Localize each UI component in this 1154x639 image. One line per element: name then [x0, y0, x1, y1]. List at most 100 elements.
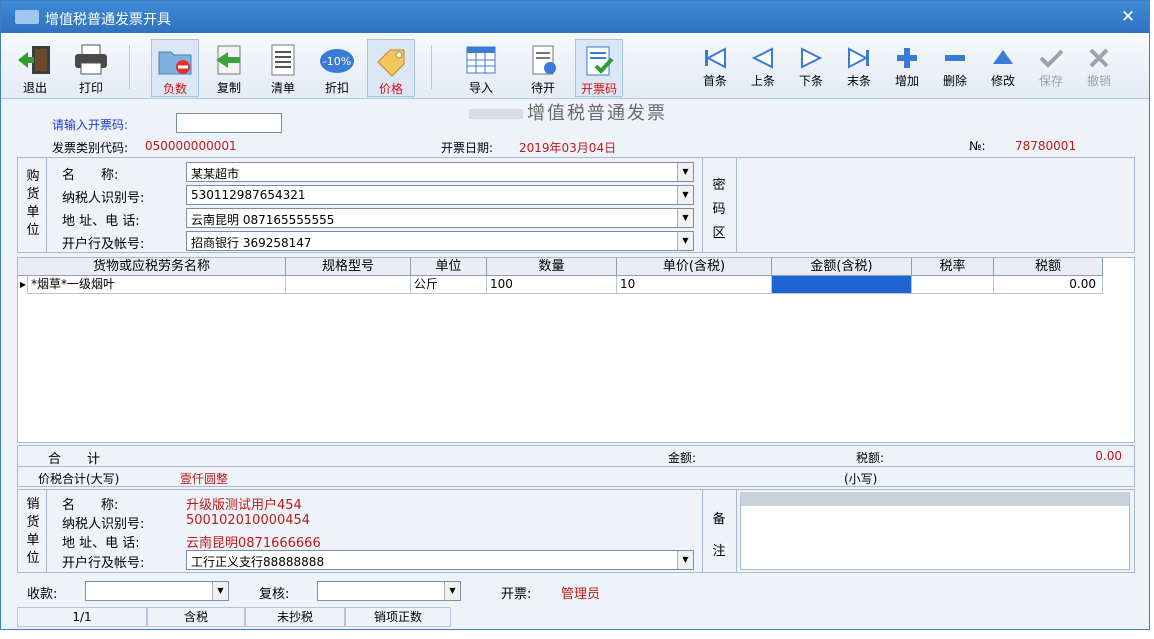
buyer-side-label: 购 货 单 位 [26, 168, 40, 240]
column-header[interactable]: 单价(含税) [617, 258, 772, 276]
cancel-button[interactable]: 撤销 [1077, 47, 1121, 91]
edit-icon [993, 50, 1013, 64]
seller-side-char: 货 [26, 515, 40, 530]
exit-label: 退出 [22, 81, 47, 95]
printer-icon [75, 44, 107, 75]
column-header[interactable]: 数量 [487, 258, 617, 276]
dropdown-arrow-icon[interactable]: ▼ [677, 163, 693, 181]
column-header[interactable]: 规格型号 [286, 258, 411, 276]
payee-select[interactable]: ▼ [85, 581, 229, 601]
buyer-addr-combo[interactable]: 云南昆明 087165555555 ▼ [186, 208, 694, 228]
invoice-code-input[interactable] [176, 113, 282, 133]
delete-label: 删除 [942, 74, 967, 88]
app-icon [15, 10, 39, 24]
item-unit-cell[interactable]: 公斤 [411, 276, 487, 294]
note-char: 注 [712, 544, 726, 559]
print-button[interactable]: 打印 [67, 39, 115, 97]
discount-button[interactable]: -10% 折扣 [313, 39, 361, 97]
seller-name-label: 名 称: [62, 498, 119, 513]
item-amount-cell[interactable] [772, 276, 912, 294]
column-header[interactable]: 单位 [411, 258, 487, 276]
dropdown-arrow-icon[interactable]: ▼ [677, 209, 693, 227]
next-record-button[interactable]: 下条 [789, 47, 833, 91]
dropdown-arrow-icon[interactable]: ▼ [677, 186, 693, 204]
seller-side-label: 销 货 单 位 [26, 496, 40, 568]
seller-tax-label: 纳税人识别号: [62, 517, 145, 532]
list-label: 清单 [270, 81, 295, 95]
seller-name-value: 升级版测试用户454 [186, 498, 302, 513]
price-button[interactable]: 价格 [367, 39, 415, 97]
column-header[interactable]: 税率 [912, 258, 994, 276]
prev-record-button[interactable]: 上条 [741, 47, 785, 91]
close-button[interactable]: ✕ [1113, 6, 1143, 28]
dropdown-arrow-icon[interactable]: ▼ [212, 582, 228, 600]
pending-icon [532, 45, 556, 75]
pending-button[interactable]: 待开 [519, 39, 567, 97]
toolbar: 退出 打印 负数 复制 清单 -10% 折扣 价格 导入 待开 开票码 首条 上… [1, 33, 1149, 99]
dropdown-arrow-icon[interactable]: ▼ [677, 232, 693, 250]
date-value: 2019年03月04日 [519, 141, 617, 155]
status-bar: 1/1 含税 未抄税 销项正数 [17, 607, 457, 627]
amount-total-label: 金额: [668, 451, 697, 465]
seller-bank-combo[interactable]: 工行正义支行88888888 ▼ [186, 550, 694, 570]
negative-button[interactable]: 负数 [151, 39, 199, 97]
buyer-tax-label: 纳税人识别号: [62, 191, 145, 206]
edit-label: 修改 [990, 74, 1015, 88]
note-textarea[interactable] [740, 492, 1130, 570]
column-header[interactable]: 税额 [994, 258, 1103, 276]
current-row-indicator-icon: ▶ [19, 276, 28, 294]
dropdown-arrow-icon[interactable]: ▼ [444, 582, 460, 600]
invoice-no-label: №: [969, 139, 986, 153]
add-button[interactable]: 增加 [885, 47, 929, 91]
column-header[interactable]: 金额(含税) [772, 258, 912, 276]
list-button[interactable]: 清单 [259, 39, 307, 97]
buyer-name-combo[interactable]: 某某超市 ▼ [186, 162, 694, 182]
buyer-side-char: 位 [26, 223, 40, 238]
last-record-button[interactable]: 末条 [837, 47, 881, 91]
cipher-char: 密 [712, 178, 726, 193]
save-button[interactable]: 保存 [1029, 47, 1073, 91]
issue-invoice-icon [586, 46, 614, 76]
seller-addr-label: 地 址、电 话: [62, 536, 140, 551]
footer-row: 收款: ▼ 复核: ▼ 开票: 管理员 [17, 577, 1135, 605]
first-record-button[interactable]: 首条 [693, 47, 737, 91]
item-price-cell[interactable]: 10 [617, 276, 772, 294]
issuer-value: 管理员 [561, 587, 601, 602]
totals-divider [18, 466, 1134, 467]
prev-label: 上条 [750, 74, 775, 88]
reviewer-select[interactable]: ▼ [317, 581, 461, 601]
seller-addr-value: 云南昆明0871666666 [186, 536, 321, 551]
buyer-bank-combo[interactable]: 招商银行 369258147 ▼ [186, 231, 694, 251]
buyer-tax-combo[interactable]: 530112987654321 ▼ [186, 185, 694, 205]
status-copy-state: 未抄税 [245, 607, 345, 627]
plus-icon [897, 48, 917, 68]
edit-button[interactable]: 修改 [981, 47, 1025, 91]
issue-button[interactable]: 开票码 [575, 39, 623, 97]
buyer-panel: 购 货 单 位 名 称: 某某超市 ▼ 纳税人识别号: 530112987654… [17, 157, 1135, 253]
delete-button[interactable]: 删除 [933, 47, 977, 91]
dropdown-arrow-icon[interactable]: ▼ [677, 551, 693, 569]
goods-table[interactable]: 货物或应税劳务名称 规格型号 单位 数量 单价(含税) 金额(含税) 税率 税额… [17, 257, 1135, 443]
item-rate-cell[interactable] [912, 276, 994, 294]
item-tax-cell[interactable]: 0.00 [994, 276, 1103, 294]
item-spec-cell[interactable] [286, 276, 411, 294]
item-qty-cell[interactable]: 100 [487, 276, 617, 294]
copy-icon [216, 45, 241, 75]
buyer-bank-value: 招商银行 369258147 [191, 236, 312, 250]
copy-button[interactable]: 复制 [205, 39, 253, 97]
column-header[interactable]: 货物或应税劳务名称 [18, 258, 286, 276]
buyer-bank-label: 开户行及帐号: [62, 237, 145, 252]
exit-button[interactable]: 退出 [11, 39, 59, 97]
save-label: 保存 [1038, 74, 1063, 88]
seller-bank-label: 开户行及帐号: [62, 556, 145, 571]
copy-label: 复制 [216, 81, 241, 95]
seller-side-char: 销 [26, 497, 40, 512]
import-button[interactable]: 导入 [457, 39, 505, 97]
pending-label: 待开 [530, 81, 555, 95]
tax-total-label: 税额: [856, 451, 885, 465]
first-label: 首条 [702, 74, 727, 88]
item-name-cell[interactable]: *烟草*一级烟叶 [28, 276, 286, 294]
discount-label: 折扣 [324, 81, 349, 95]
totals-panel: 合 计 金额: 税额: 0.00 价税合计(大写) 壹仟圆整 (小写) [17, 445, 1135, 487]
buyer-tax-value: 530112987654321 [191, 188, 306, 202]
